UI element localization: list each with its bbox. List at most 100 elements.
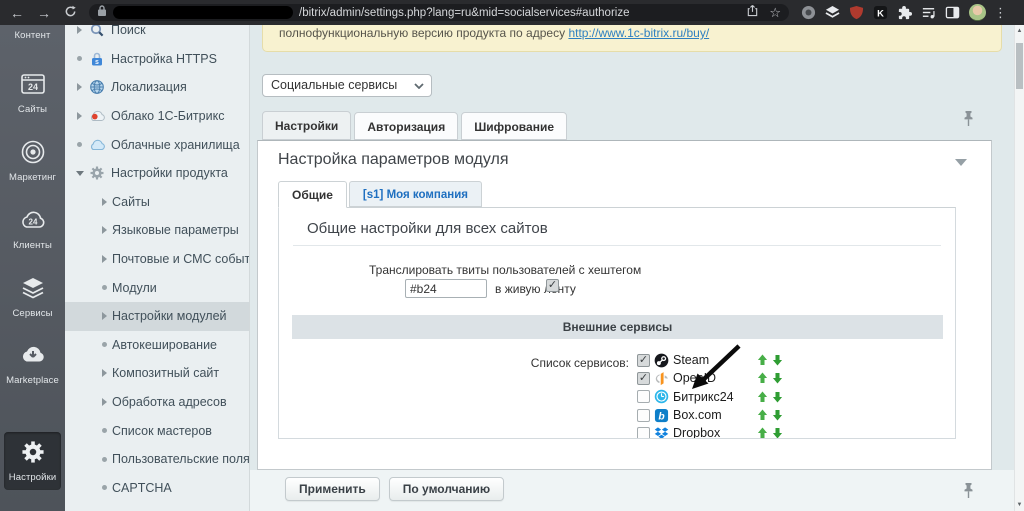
- rail-item-sites-24[interactable]: 24Сайты: [0, 71, 65, 115]
- services-layers-icon: [20, 288, 46, 305]
- scroll-down-icon[interactable]: ▼: [1015, 502, 1024, 508]
- site-tab-1[interactable]: Общие: [278, 181, 347, 208]
- puzzle-icon[interactable]: [897, 5, 912, 20]
- adblock-shield-icon[interactable]: [849, 5, 864, 20]
- forward-icon[interactable]: →: [37, 6, 51, 20]
- browser-menu-icon[interactable]: ⋮: [994, 5, 1007, 21]
- rail-item-label: Маркетинг: [0, 172, 65, 183]
- move-down-arrow-icon[interactable]: [772, 427, 783, 439]
- rail-item-services-layers[interactable]: Сервисы: [0, 275, 65, 319]
- menu-item[interactable]: Облако 1С-Битрикс: [65, 102, 249, 131]
- rail-item-clients-24[interactable]: 24Клиенты: [0, 207, 65, 251]
- menu-item[interactable]: Сайты: [65, 188, 249, 217]
- move-up-arrow-icon[interactable]: [757, 427, 768, 439]
- bookmark-star-icon[interactable]: ☆: [769, 6, 781, 19]
- rail-item-marketing-target[interactable]: Маркетинг: [0, 139, 65, 183]
- apply-button[interactable]: Применить: [285, 477, 380, 501]
- menu-item-label: Пользовательские поля: [112, 452, 250, 466]
- service-checkbox[interactable]: [637, 372, 650, 385]
- move-up-arrow-icon[interactable]: [757, 354, 768, 366]
- service-checkbox[interactable]: [637, 354, 650, 367]
- collapse-icon[interactable]: [955, 159, 967, 166]
- module-select[interactable]: Социальные сервисы: [262, 74, 432, 97]
- menu-item[interactable]: Композитный сайт: [65, 359, 249, 388]
- share-icon[interactable]: [746, 4, 759, 22]
- redacted-domain: [113, 6, 293, 19]
- menu-item-label: Настройки модулей: [112, 309, 227, 323]
- move-up-arrow-icon[interactable]: [757, 409, 768, 421]
- tweet-label: Транслировать твиты пользователей с хешт…: [369, 263, 641, 277]
- service-name: Box.com: [673, 408, 722, 422]
- rail-item-marketplace-cloud[interactable]: Marketplace: [0, 342, 65, 386]
- menu-item[interactable]: Поиск: [65, 25, 249, 45]
- move-up-arrow-icon[interactable]: [757, 391, 768, 403]
- move-down-arrow-icon[interactable]: [772, 409, 783, 421]
- move-down-arrow-icon[interactable]: [772, 354, 783, 366]
- dot-icon: [97, 342, 112, 347]
- dropbox-icon: [654, 426, 669, 439]
- service-reorder: [757, 391, 783, 403]
- service-name: Битрикс24: [673, 390, 734, 404]
- menu-item[interactable]: Локализация: [65, 73, 249, 102]
- layers-icon[interactable]: [825, 5, 840, 20]
- menu-item[interactable]: Почтовые и СМС события: [65, 245, 249, 274]
- menu-item[interactable]: Обработка адресов: [65, 388, 249, 417]
- menu-item[interactable]: Автокеширование: [65, 331, 249, 360]
- menu-item[interactable]: Список мастеров: [65, 416, 249, 445]
- back-icon[interactable]: ←: [10, 6, 24, 20]
- pin-icon[interactable]: [962, 482, 975, 499]
- tab-2[interactable]: Авторизация: [354, 112, 458, 140]
- dot-icon: [72, 142, 87, 147]
- move-up-arrow-icon[interactable]: [757, 372, 768, 384]
- menu-item[interactable]: Облачные хранилища: [65, 130, 249, 159]
- tab-3[interactable]: Шифрование: [461, 112, 567, 140]
- marketplace-cloud-icon: [20, 355, 46, 372]
- menu-item[interactable]: Языковые параметры: [65, 216, 249, 245]
- k-badge-icon[interactable]: K: [873, 5, 888, 20]
- tab-1[interactable]: Настройки: [262, 111, 351, 140]
- service-checkbox[interactable]: [637, 409, 650, 422]
- page-scrollbar[interactable]: ▲ ▼: [1014, 25, 1024, 511]
- side-panel-icon[interactable]: [945, 5, 960, 20]
- menu-item[interactable]: Настройки продукта: [65, 159, 249, 188]
- trial-notice: полнофункциональную версию продукта по а…: [262, 25, 1002, 52]
- app: Контент 24Сайты Маркетинг 24Клиенты Сервисы M…: [0, 25, 1024, 511]
- tweet-checkbox[interactable]: [546, 279, 559, 292]
- module-select-value: Социальные сервисы: [271, 78, 397, 92]
- reload-icon[interactable]: [64, 5, 77, 20]
- globe-icon: [89, 79, 106, 95]
- camera-icon[interactable]: [801, 5, 816, 20]
- box-icon: b: [654, 408, 669, 423]
- url-text: /bitrix/admin/settings.php?lang=ru&mid=s…: [299, 7, 738, 19]
- menu-item[interactable]: Пользовательские поля: [65, 445, 249, 474]
- menu-item[interactable]: SНастройка HTTPS: [65, 45, 249, 74]
- notice-link[interactable]: http://www.1c-bitrix.ru/buy/: [568, 26, 709, 40]
- profile-avatar[interactable]: [969, 4, 986, 21]
- svg-text:S: S: [95, 60, 99, 66]
- pin-icon[interactable]: [962, 110, 975, 127]
- hashtag-input[interactable]: [405, 279, 487, 298]
- move-down-arrow-icon[interactable]: [772, 391, 783, 403]
- arrow-icon: [72, 112, 87, 120]
- site-tab-2[interactable]: [s1] Моя компания: [349, 181, 482, 207]
- menu-item[interactable]: Модули: [65, 273, 249, 302]
- scroll-up-icon[interactable]: ▲: [1015, 28, 1024, 34]
- default-button[interactable]: По умолчанию: [389, 477, 504, 501]
- service-checkbox[interactable]: [637, 427, 650, 439]
- service-reorder: [757, 372, 783, 384]
- service-reorder: [757, 354, 783, 366]
- menu-item-label: Автокеширование: [112, 338, 217, 352]
- rail-item-content[interactable]: Контент: [0, 28, 65, 41]
- scrollbar-thumb[interactable]: [1016, 43, 1023, 89]
- settings-menu: ПоискSНастройка HTTPS Локализация Облако 1…: [65, 25, 250, 511]
- menu-item[interactable]: Настройки модулей: [65, 302, 249, 331]
- menu-item-label: Локализация: [111, 80, 187, 94]
- reading-list-icon[interactable]: [921, 5, 936, 20]
- svg-text:K: K: [877, 8, 884, 18]
- service-checkbox[interactable]: [637, 390, 650, 403]
- rail-item-label: Сайты: [0, 104, 65, 115]
- address-bar[interactable]: /bitrix/admin/settings.php?lang=ru&mid=s…: [89, 4, 789, 21]
- menu-item[interactable]: CAPTCHA: [65, 474, 249, 503]
- move-down-arrow-icon[interactable]: [772, 372, 783, 384]
- rail-item-settings-gear[interactable]: Настройки: [4, 432, 61, 490]
